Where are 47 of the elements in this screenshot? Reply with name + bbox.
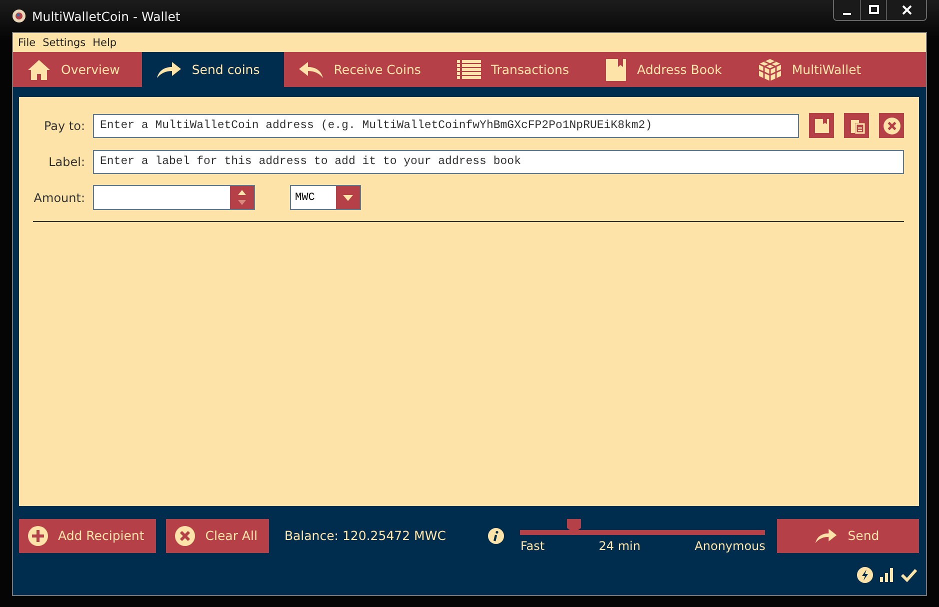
menu-item[interactable]: Settings [42, 36, 86, 48]
menu-item[interactable]: Help [92, 36, 117, 48]
address-field[interactable]: Enter a MultiWalletCoin address (e.g. MultiWalletCoinfwYhBmGXcFP2Po1NpRUEiK8km2) [93, 114, 799, 138]
window-title: MultiWalletCoin - Wallet [32, 8, 180, 24]
clear-all-button[interactable]: Clear All [166, 518, 270, 552]
close-icon [900, 5, 912, 15]
address-book-button[interactable] [809, 113, 834, 138]
unit-dropdown[interactable]: MWC [290, 185, 361, 210]
close-icon [175, 526, 196, 546]
lightning-icon [857, 567, 873, 583]
book-icon [604, 58, 627, 82]
send-button[interactable]: Send [777, 518, 919, 552]
amount-label: Amount: [32, 190, 85, 204]
label-field[interactable]: Enter a label for this address to add it to your address book [93, 150, 904, 174]
time-label: 24 min [598, 538, 640, 552]
checkmark-icon [901, 568, 917, 582]
close-button[interactable] [886, 0, 926, 20]
maximize-icon [868, 5, 880, 15]
forward-arrow-icon [156, 60, 182, 78]
cubes-icon [758, 58, 782, 82]
info-icon[interactable] [488, 528, 504, 544]
paste-icon [848, 118, 864, 134]
house-icon [27, 58, 51, 80]
forward-arrow-icon [814, 528, 838, 544]
add-recipient-button[interactable]: Add Recipient [19, 518, 156, 552]
balance-text: Balance: 120.25472 MWC [284, 528, 447, 543]
slider-handle[interactable] [567, 518, 582, 532]
anonymous-label: Anonymous [694, 538, 766, 552]
up-arrow-icon[interactable] [237, 188, 247, 195]
plus-icon [28, 526, 48, 546]
signal-icon [880, 568, 894, 582]
pay-to-label: Pay to: [42, 118, 85, 132]
close-icon [882, 116, 900, 134]
paste-button[interactable] [844, 113, 869, 138]
minimize-icon [843, 13, 851, 15]
tab[interactable]: Send coins [142, 52, 284, 87]
amount-spinbox[interactable] [93, 185, 255, 210]
book-icon [814, 118, 830, 134]
maximize-button[interactable] [860, 0, 886, 20]
list-icon [456, 58, 481, 80]
label-label: Label: [48, 154, 85, 168]
reply-arrow-icon [298, 60, 324, 78]
clear-address-button[interactable] [879, 113, 904, 138]
caret-icon [343, 194, 353, 200]
app-logo-icon [12, 9, 26, 23]
fast-label: Fast [520, 538, 545, 552]
menu-item[interactable]: File [18, 36, 36, 48]
